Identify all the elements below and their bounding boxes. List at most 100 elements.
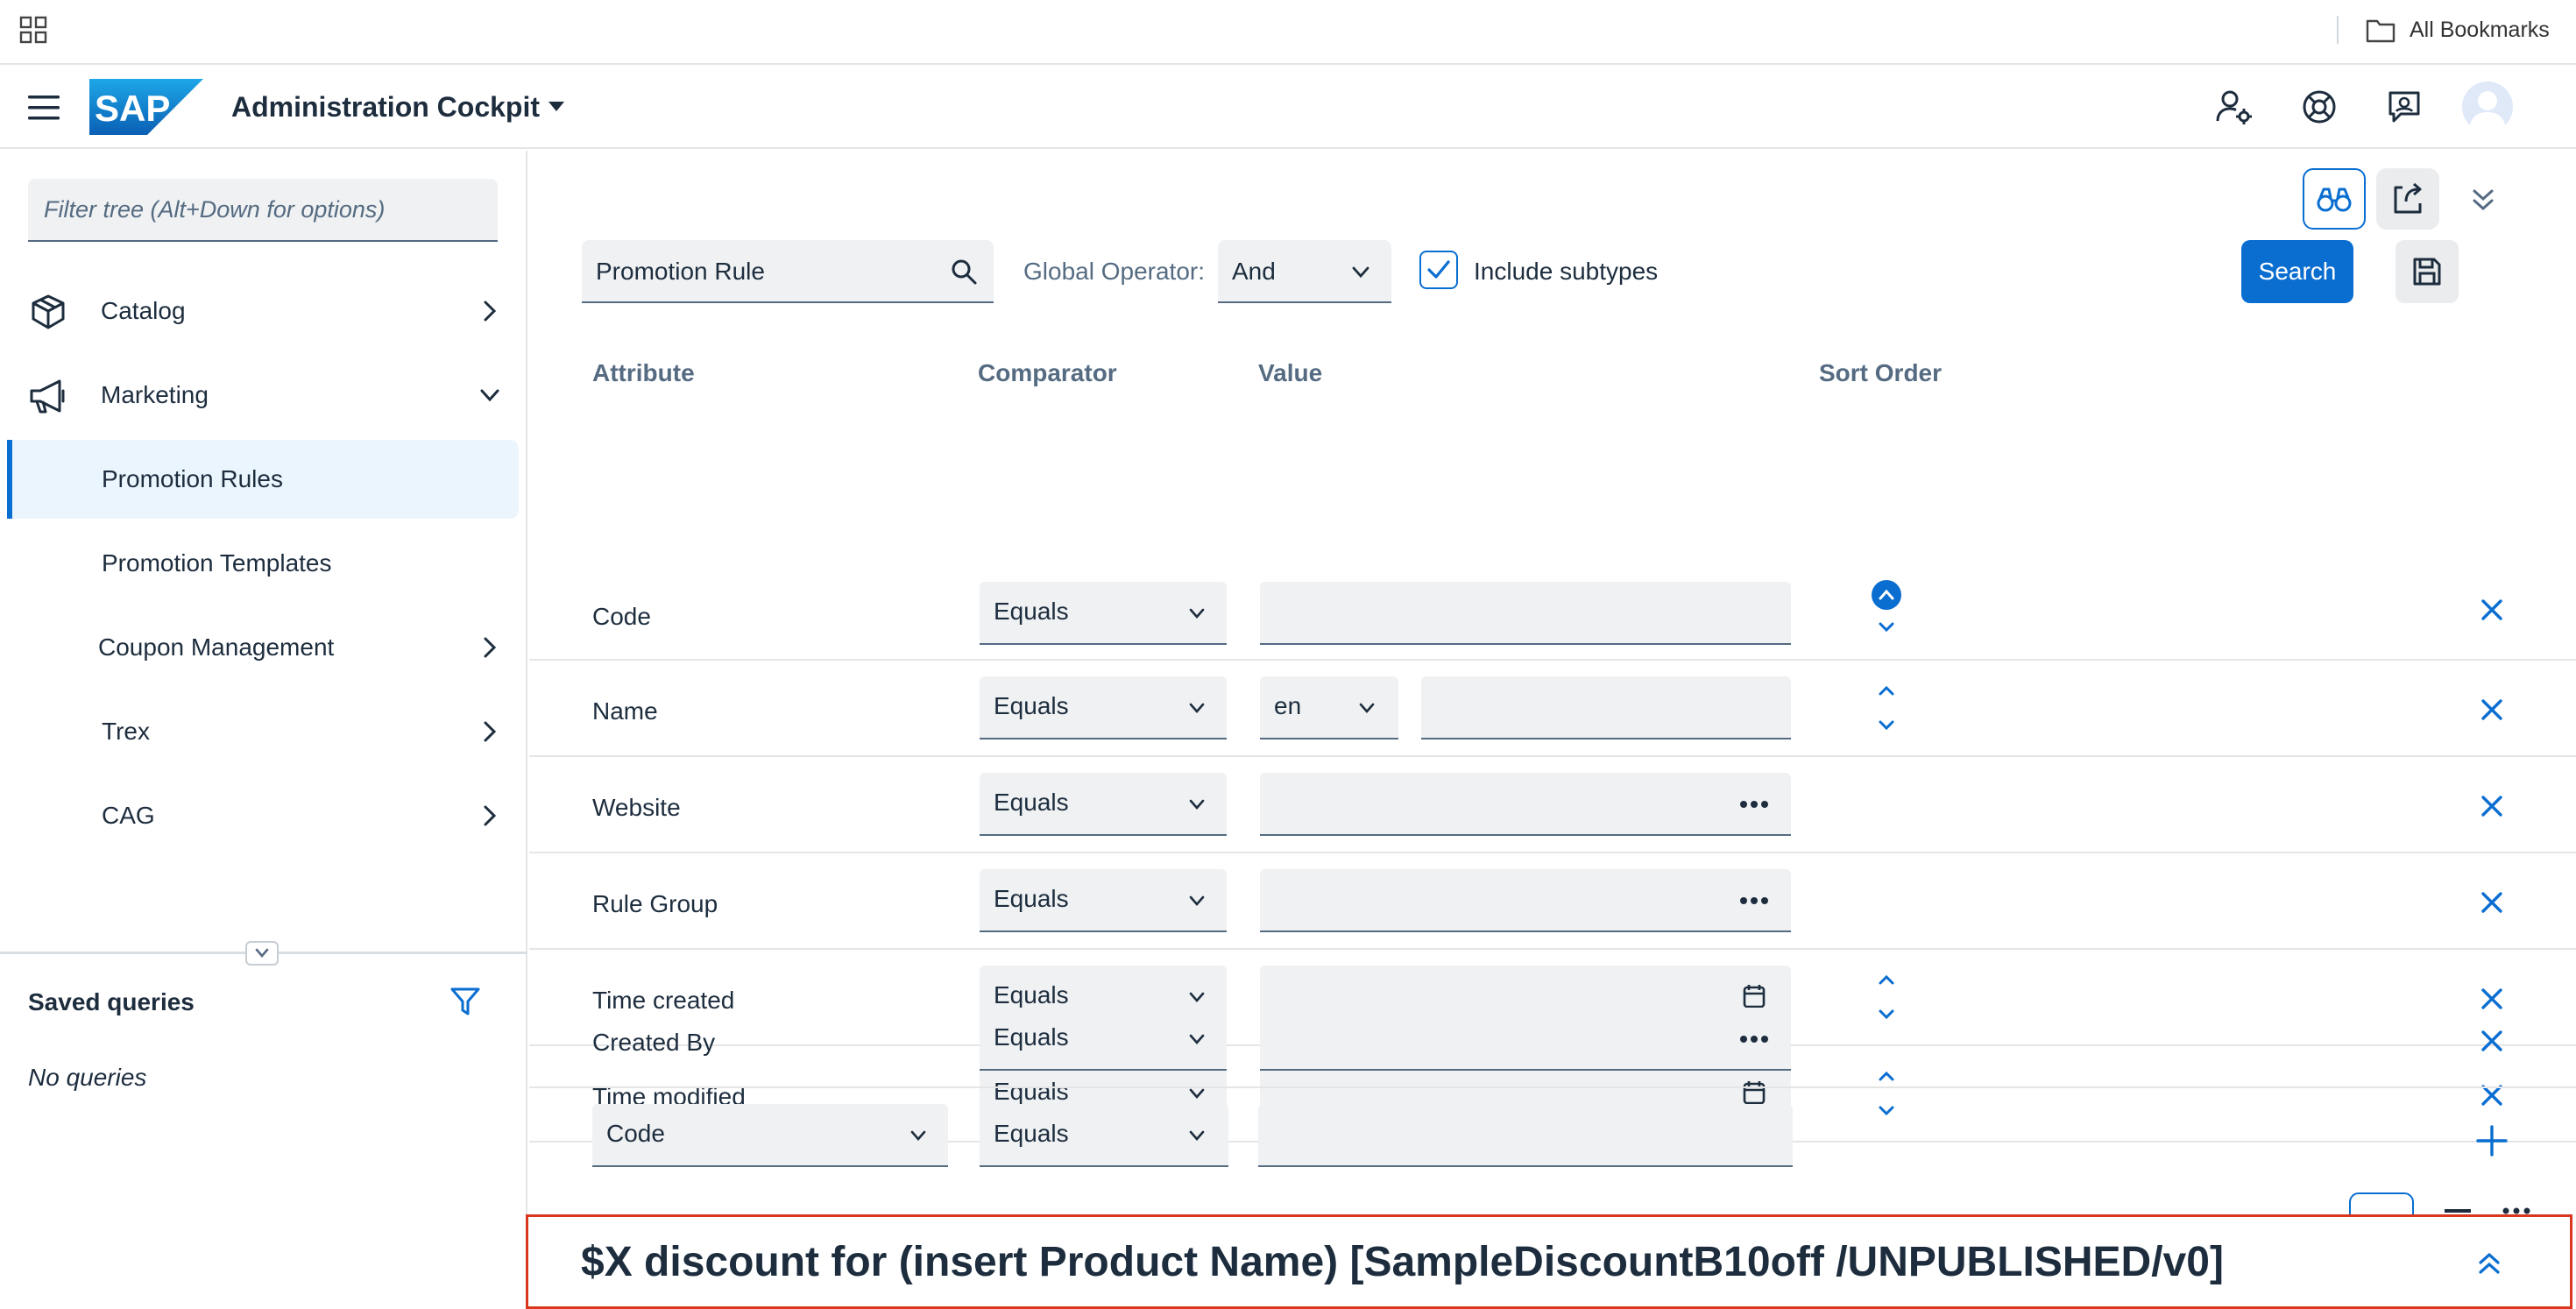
comparator-select[interactable]: Equals bbox=[980, 869, 1227, 932]
sidebar-item-promotion-rules[interactable]: Promotion Rules bbox=[7, 440, 519, 519]
app-title[interactable]: Administration Cockpit bbox=[231, 88, 540, 126]
advanced-search-toggle-button[interactable] bbox=[2303, 168, 2366, 230]
navigation-sidebar: Filter tree (Alt+Down for options) Catal… bbox=[0, 151, 527, 1309]
caret-down-icon[interactable] bbox=[547, 98, 566, 116]
global-operator-select[interactable]: And bbox=[1218, 240, 1391, 303]
filter-icon[interactable] bbox=[449, 985, 482, 1018]
avatar-person-icon bbox=[2469, 91, 2506, 132]
sidebar-item-label: Trex bbox=[102, 718, 150, 745]
bookmark-separator bbox=[2337, 16, 2339, 44]
editor-area-collapsed-bar[interactable]: $X discount for (insert Product Name) [S… bbox=[526, 1214, 2572, 1309]
sidebar-item-cag[interactable]: CAG bbox=[0, 776, 527, 855]
chevron-right-icon[interactable] bbox=[478, 634, 501, 661]
chevron-down-icon bbox=[910, 1130, 926, 1141]
search-condition-row: Rule Group Equals bbox=[529, 853, 2576, 950]
chevron-right-icon[interactable] bbox=[478, 803, 501, 829]
value-input[interactable] bbox=[1260, 869, 1791, 932]
add-attribute-select[interactable]: Code bbox=[592, 1104, 948, 1167]
more-icon[interactable] bbox=[1737, 1023, 1772, 1055]
search-button[interactable]: Search bbox=[2241, 240, 2353, 303]
save-query-button[interactable] bbox=[2396, 240, 2459, 303]
double-chevron-down-icon[interactable] bbox=[2466, 182, 2501, 217]
comparator-select[interactable]: Equals bbox=[980, 582, 1227, 645]
browser-bookmarks-bar: All Bookmarks bbox=[0, 0, 2576, 65]
view-mode-toolbar[interactable] bbox=[2348, 1190, 2558, 1216]
help-icon[interactable] bbox=[2300, 88, 2339, 126]
filter-tree-input[interactable]: Filter tree (Alt+Down for options) bbox=[28, 179, 498, 242]
sidebar-item-catalog[interactable]: Catalog bbox=[0, 272, 527, 350]
sidebar-item-marketing[interactable]: Marketing bbox=[0, 356, 527, 435]
chevron-down-icon bbox=[1189, 703, 1205, 713]
export-button[interactable] bbox=[2376, 168, 2439, 230]
column-header-value: Value bbox=[1258, 359, 1323, 386]
include-subtypes-checkbox[interactable] bbox=[1419, 251, 1458, 289]
remove-condition-icon[interactable] bbox=[2474, 692, 2509, 727]
all-bookmarks-link[interactable]: All Bookmarks bbox=[2410, 16, 2550, 44]
megaphone-icon bbox=[30, 379, 65, 414]
user-settings-icon[interactable] bbox=[2215, 88, 2254, 126]
sort-order-control[interactable] bbox=[1868, 578, 1905, 638]
sidebar-item-label: Promotion Rules bbox=[102, 465, 283, 492]
sidebar-item-label: Marketing bbox=[101, 381, 209, 408]
search-condition-row: Name Equals en bbox=[529, 661, 2576, 757]
remove-condition-icon[interactable] bbox=[2474, 1023, 2509, 1058]
value-input[interactable] bbox=[1421, 676, 1791, 739]
attribute-label: Rule Group bbox=[592, 890, 718, 917]
sidebar-item-trex[interactable]: Trex bbox=[0, 692, 527, 771]
remove-condition-icon[interactable] bbox=[2474, 592, 2509, 627]
sidebar-item-label: Promotion Templates bbox=[102, 549, 332, 577]
value-input[interactable] bbox=[1260, 773, 1791, 836]
splitter-toggle-button[interactable] bbox=[245, 941, 279, 966]
hamburger-menu-icon[interactable] bbox=[26, 91, 61, 124]
chevron-down-icon[interactable] bbox=[478, 382, 501, 408]
catalog-icon bbox=[32, 294, 65, 329]
remove-condition-icon[interactable] bbox=[2474, 885, 2509, 920]
more-icon[interactable] bbox=[1737, 885, 1772, 916]
column-header-attribute: Attribute bbox=[592, 359, 695, 386]
add-condition-icon[interactable] bbox=[2473, 1121, 2511, 1160]
column-header-sort-order: Sort Order bbox=[1819, 359, 1943, 386]
add-value-input[interactable] bbox=[1258, 1104, 1793, 1167]
add-attribute-value: Code bbox=[606, 1120, 665, 1147]
feedback-icon[interactable] bbox=[2385, 88, 2424, 126]
comparator-value: Equals bbox=[994, 1120, 1069, 1147]
chevron-down-icon bbox=[1189, 1034, 1205, 1044]
more-icon[interactable] bbox=[1737, 789, 1772, 820]
search-condition-row: Code Equals bbox=[529, 564, 2576, 661]
search-icon[interactable] bbox=[950, 258, 978, 286]
language-select[interactable]: en bbox=[1260, 676, 1398, 739]
sidebar-item-label: Coupon Management bbox=[98, 633, 335, 661]
language-value: en bbox=[1274, 692, 1302, 719]
include-subtypes-label[interactable]: Include subtypes bbox=[1474, 256, 1658, 287]
checkmark-icon bbox=[1427, 260, 1450, 279]
user-avatar[interactable] bbox=[2462, 81, 2513, 132]
svg-text:SAP: SAP bbox=[95, 88, 170, 129]
value-input[interactable] bbox=[1260, 582, 1791, 645]
comparator-select[interactable]: Equals bbox=[980, 1008, 1227, 1071]
sidebar-item-label: Catalog bbox=[101, 297, 186, 324]
save-icon bbox=[2413, 258, 2441, 286]
chevron-right-icon[interactable] bbox=[478, 718, 501, 745]
comparator-value: Equals bbox=[994, 885, 1069, 912]
comparator-value: Equals bbox=[994, 1023, 1069, 1051]
saved-queries-empty: No queries bbox=[28, 1064, 147, 1091]
apps-grid-icon[interactable] bbox=[19, 16, 47, 44]
sidebar-item-promotion-templates[interactable]: Promotion Templates bbox=[0, 524, 527, 603]
chevron-right-icon[interactable] bbox=[478, 298, 501, 324]
column-header-comparator: Comparator bbox=[978, 359, 1117, 386]
double-chevron-up-icon[interactable] bbox=[2472, 1245, 2507, 1280]
chevron-down-icon bbox=[1189, 608, 1205, 619]
remove-condition-icon[interactable] bbox=[2474, 789, 2509, 824]
comparator-select[interactable]: Equals bbox=[980, 773, 1227, 836]
sort-order-control[interactable] bbox=[1868, 678, 1905, 738]
comparator-select[interactable]: Equals bbox=[980, 676, 1227, 739]
type-search-field[interactable]: Promotion Rule bbox=[582, 240, 994, 303]
comparator-value: Equals bbox=[994, 789, 1069, 816]
folder-icon[interactable] bbox=[2366, 18, 2396, 44]
add-comparator-select[interactable]: Equals bbox=[980, 1104, 1228, 1167]
sidebar-item-coupon-management[interactable]: Coupon Management bbox=[0, 608, 527, 687]
comparator-value: Equals bbox=[994, 598, 1069, 625]
value-input[interactable] bbox=[1260, 1008, 1791, 1071]
sap-logo[interactable]: SAP bbox=[89, 79, 203, 135]
attribute-label: Name bbox=[592, 697, 658, 725]
